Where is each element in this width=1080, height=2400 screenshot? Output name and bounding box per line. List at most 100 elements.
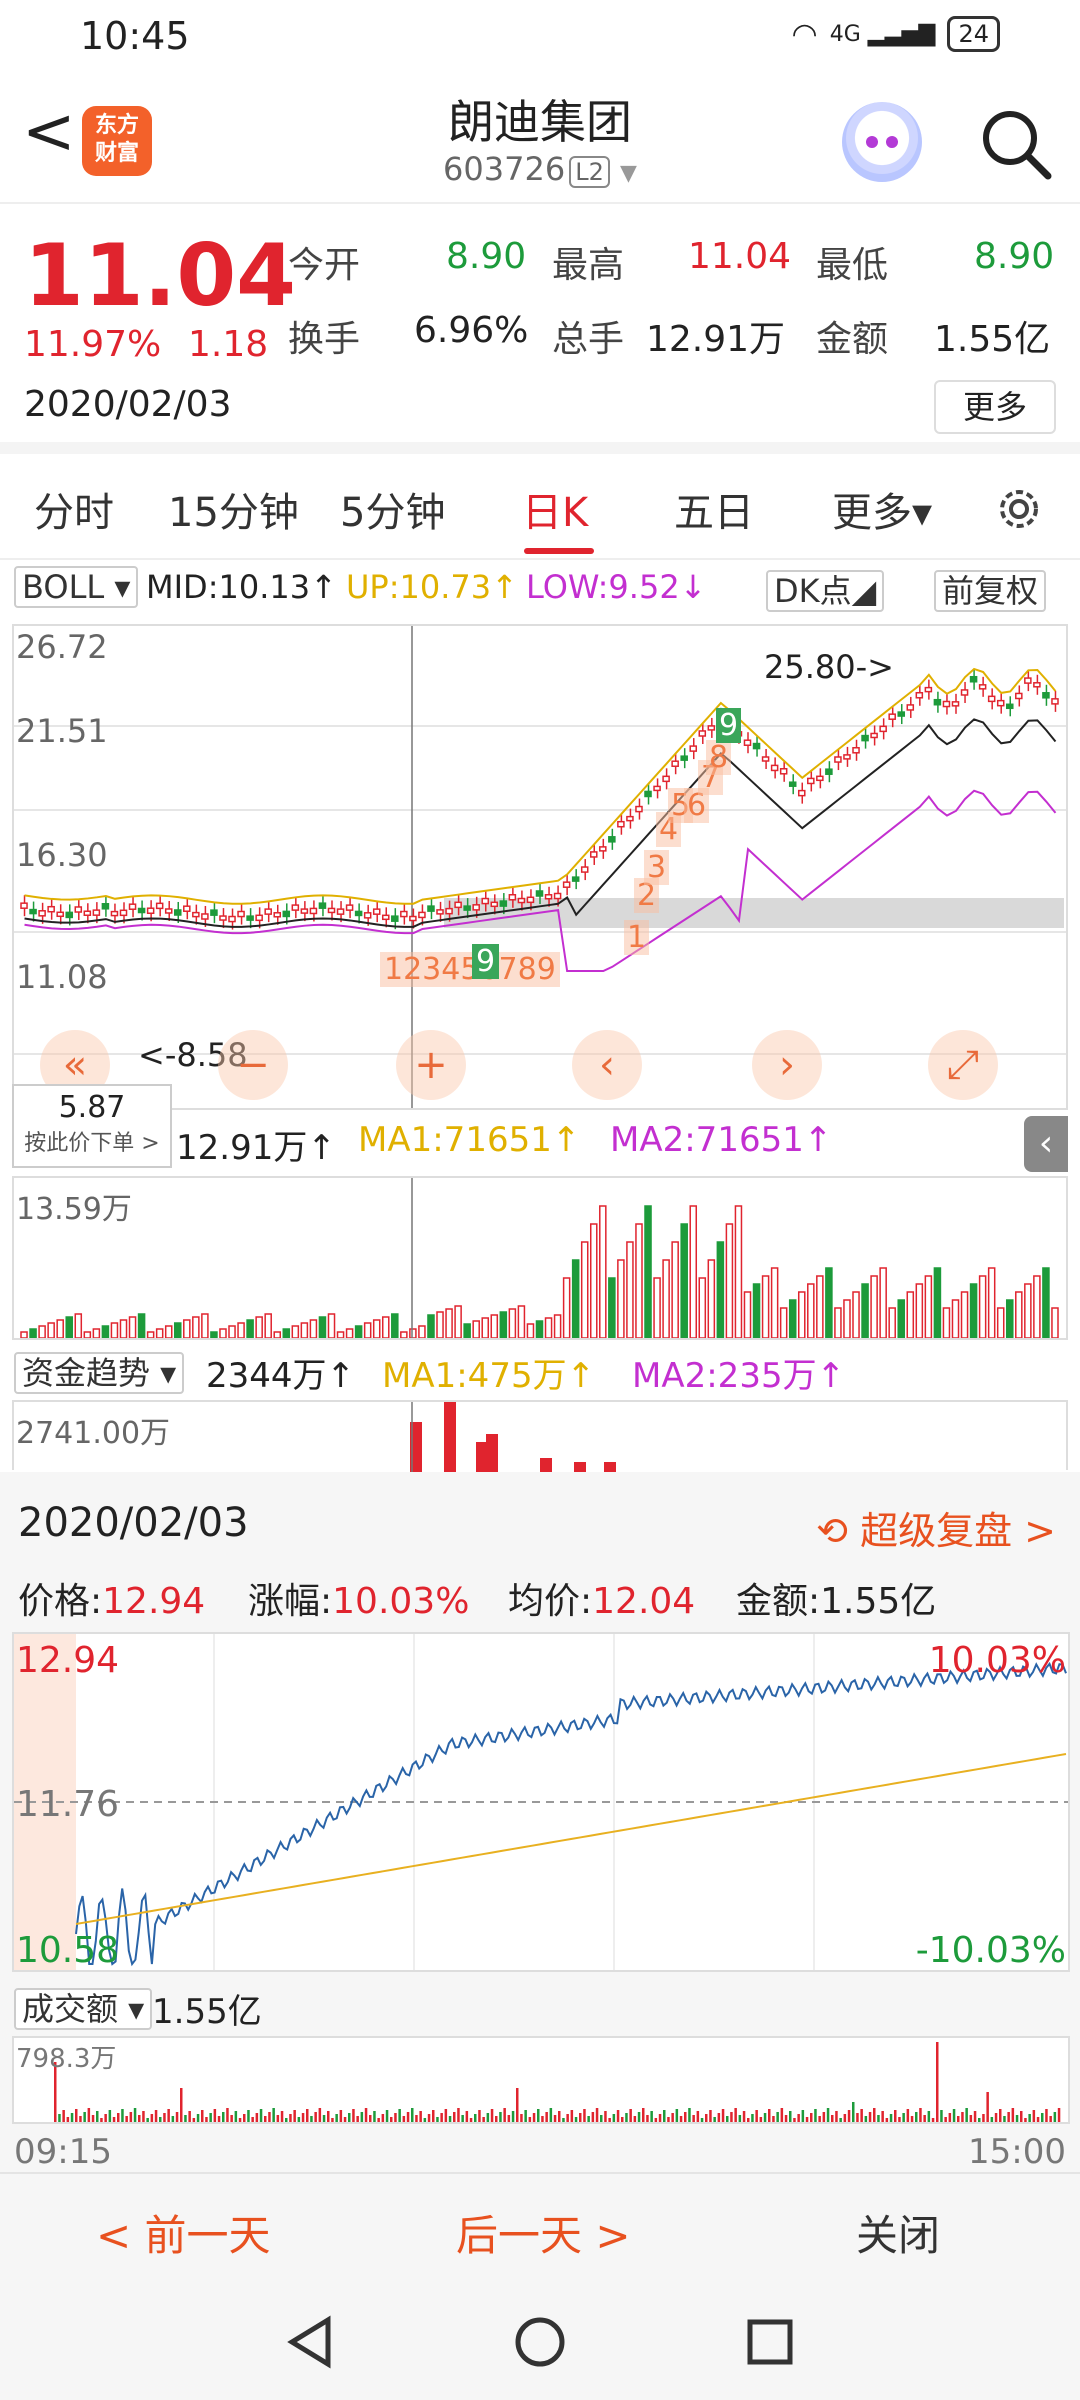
k-candle: [752, 742, 761, 750]
nav-back-icon[interactable]: [282, 2314, 338, 2370]
stock-code[interactable]: 603726 L2 ▼: [340, 150, 740, 188]
volume-chart[interactable]: [12, 1176, 1068, 1340]
k-candle: [101, 903, 110, 910]
tab-daily-k[interactable]: 日K: [522, 480, 588, 538]
search-icon[interactable]: [976, 104, 1056, 184]
amount-bar: [877, 2115, 880, 2122]
nav-home-icon[interactable]: [512, 2314, 568, 2370]
fund-selector[interactable]: 资金趋势 ▾: [14, 1348, 185, 1394]
k-candle: [996, 699, 1005, 707]
volume-bar: [680, 1223, 688, 1339]
volume-bar: [155, 1328, 164, 1339]
price-order-bubble[interactable]: 5.87 按此价下单 >: [12, 1084, 172, 1168]
volume-bar: [535, 1320, 544, 1339]
amount-bar: [448, 2116, 452, 2122]
amount-bar: [894, 2110, 897, 2122]
amount-bar: [847, 2110, 851, 2122]
zoom-out-button[interactable]: −: [218, 1030, 288, 1100]
tab-5min[interactable]: 5分钟: [340, 480, 445, 538]
high-value: 11.04: [688, 236, 792, 277]
amount-label: 金额: [816, 319, 889, 360]
amount-bar: [541, 2116, 544, 2122]
amount-bar: [583, 2109, 586, 2122]
amount-chart[interactable]: [12, 2036, 1070, 2124]
k-candle: [1042, 692, 1050, 699]
amount-bar: [516, 2088, 519, 2122]
amount-bar: [507, 2115, 511, 2122]
amount-bar: [637, 2112, 641, 2122]
amount-bar: [301, 2113, 305, 2122]
k-candle: [164, 908, 173, 914]
close-button[interactable]: 关闭: [856, 2202, 940, 2263]
back-button[interactable]: <: [22, 100, 76, 164]
amount-bar: [243, 2114, 246, 2122]
td-sequence-label: 3: [644, 850, 670, 885]
k-candle: [445, 907, 453, 915]
amount-bar: [621, 2117, 624, 2122]
super-replay-link[interactable]: ⟲ 超级复盘 >: [816, 1500, 1056, 1555]
amount-bar: [419, 2111, 422, 2122]
amount-bar: [843, 2114, 847, 2122]
amount-selector[interactable]: 成交额 ▾: [14, 1984, 153, 2030]
volume-bar: [164, 1325, 173, 1339]
volume-bar: [1033, 1275, 1041, 1339]
amount-bar: [730, 2112, 733, 2122]
amount-bar: [188, 2111, 191, 2122]
tab-more[interactable]: 更多▾: [832, 480, 932, 538]
boll-selector[interactable]: BOLL ▾: [14, 566, 139, 608]
k-candle: [906, 704, 915, 711]
fund-chart[interactable]: [12, 1400, 1068, 1472]
k-candle: [472, 904, 480, 911]
nav-recents-icon[interactable]: [742, 2314, 798, 2370]
more-button[interactable]: 更多: [934, 380, 1056, 434]
volume-bar: [707, 1259, 716, 1339]
amount-bar: [377, 2118, 380, 2122]
tab-intraday[interactable]: 分时: [34, 480, 114, 538]
prev-day-button[interactable]: < 前一天: [96, 2202, 271, 2263]
volume-bar: [1024, 1283, 1032, 1339]
volume-bar: [996, 1307, 1005, 1339]
fullscreen-icon[interactable]: ⤢: [928, 1030, 998, 1100]
tab-15min[interactable]: 15分钟: [168, 480, 299, 538]
scroll-right-button[interactable]: ›: [752, 1030, 822, 1100]
amount-bar: [1045, 2109, 1048, 2122]
k-candle: [436, 909, 444, 915]
k-candle: [354, 910, 363, 917]
amount-bar: [432, 2110, 435, 2122]
status-time: 10:45: [80, 14, 190, 58]
collapse-panel-button[interactable]: ‹: [1024, 1116, 1068, 1172]
adjust-button[interactable]: 前复权: [934, 566, 1047, 612]
amount-bar: [780, 2108, 784, 2122]
gear-icon[interactable]: [992, 482, 1046, 536]
volume-bar: [879, 1267, 887, 1339]
td-sequence-label: 8: [706, 740, 732, 775]
k-candle: [933, 698, 942, 706]
intraday-chart[interactable]: [12, 1632, 1070, 1972]
scroll-left-button[interactable]: ‹: [572, 1030, 642, 1100]
amount-bar: [112, 2117, 116, 2122]
k-candle: [707, 725, 716, 731]
k-candle: [372, 908, 381, 915]
low-label: 最低: [816, 245, 889, 286]
amount-bar: [822, 2112, 826, 2122]
amount-bar: [251, 2117, 254, 2122]
amount-bar: [201, 2110, 204, 2122]
volume-bar: [454, 1305, 462, 1339]
k-candle: [915, 691, 924, 699]
amount-bar: [247, 2110, 250, 2122]
fund-bar: [486, 1434, 498, 1472]
volume-bar: [146, 1331, 155, 1339]
amount-bar: [856, 2113, 859, 2122]
volume-bar: [788, 1299, 797, 1339]
volume-bar: [608, 1277, 616, 1339]
app-logo[interactable]: 东方 财富: [82, 106, 152, 176]
tab-5day[interactable]: 五日: [674, 480, 754, 538]
next-day-button[interactable]: 后一天 >: [456, 2202, 631, 2263]
amount-bar: [810, 2113, 813, 2122]
dk-point-button[interactable]: DK点◢: [766, 566, 885, 612]
zoom-in-button[interactable]: +: [396, 1030, 466, 1100]
k-candle: [870, 732, 878, 739]
amount-bar: [528, 2117, 532, 2122]
amount-bar: [503, 2108, 506, 2122]
assistant-robot-icon[interactable]: [842, 102, 922, 182]
